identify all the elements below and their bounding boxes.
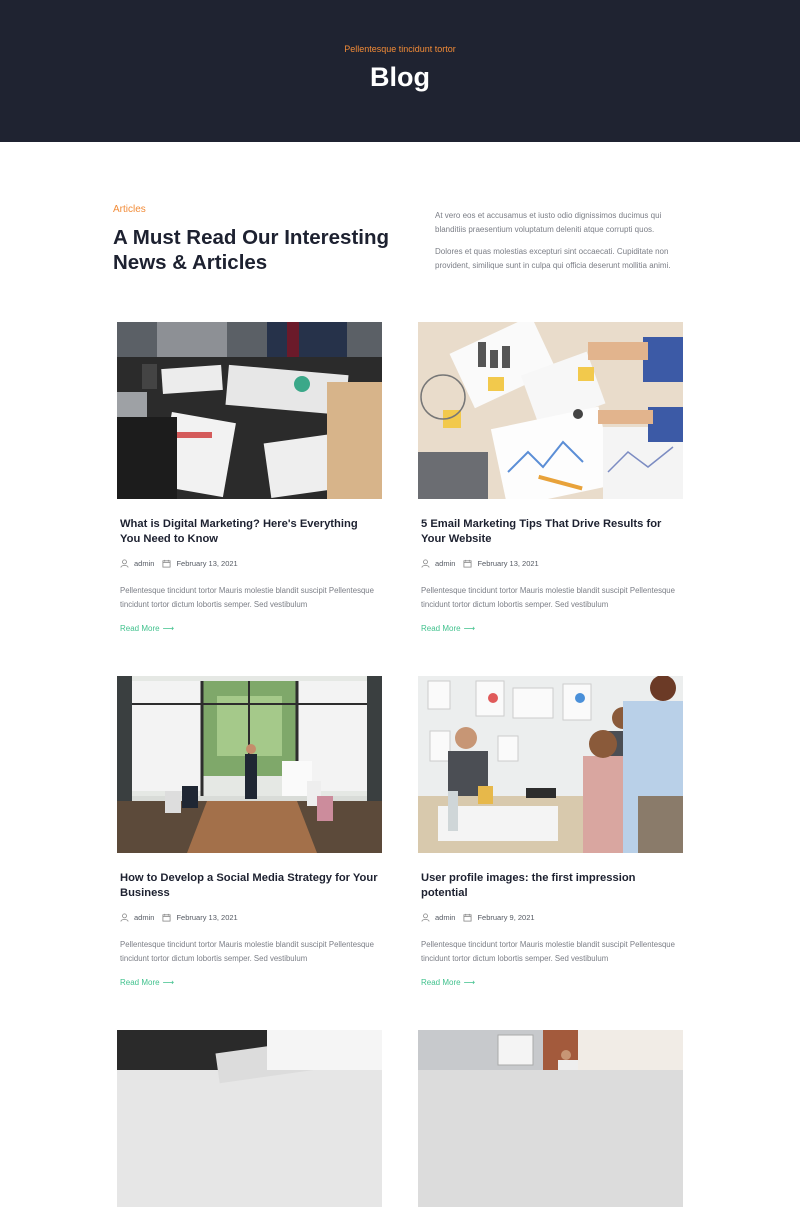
post-author[interactable]: admin (134, 913, 154, 922)
user-icon (421, 912, 430, 922)
section-eyebrow: Articles (113, 204, 146, 215)
calendar-icon (463, 913, 472, 922)
arrow-right-icon: ⟶ (463, 978, 476, 987)
post-excerpt: Pellentesque tincidunt tortor Mauris mol… (120, 940, 374, 963)
post-author[interactable]: admin (435, 559, 455, 568)
blog-card (418, 1030, 683, 1207)
post-date: February 9, 2021 (477, 912, 535, 922)
page-hero: Pellentesque tincidunt tortor Blog (0, 0, 800, 142)
page-title: Blog (370, 62, 430, 92)
hero-eyebrow: Pellentesque tincidunt tortor (344, 44, 456, 54)
post-thumbnail[interactable] (418, 676, 683, 853)
post-excerpt: Pellentesque tincidunt tortor Mauris mol… (120, 586, 374, 609)
post-excerpt: Pellentesque tincidunt tortor Mauris mol… (421, 940, 675, 963)
post-thumbnail[interactable] (117, 1030, 382, 1207)
arrow-right-icon: ⟶ (162, 978, 175, 987)
post-thumbnail[interactable] (418, 1030, 683, 1207)
post-author[interactable]: admin (435, 913, 455, 922)
read-more-label: Read More (120, 624, 160, 633)
calendar-icon (162, 913, 171, 922)
arrow-right-icon: ⟶ (463, 624, 476, 633)
read-more-label: Read More (421, 978, 461, 987)
read-more-link[interactable]: Read More ⟶ (421, 624, 475, 633)
post-thumbnail[interactable] (117, 676, 382, 853)
post-title[interactable]: 5 Email Marketing Tips That Drive Result… (421, 517, 681, 547)
post-title[interactable]: How to Develop a Social Media Strategy f… (120, 871, 380, 901)
post-meta: admin February 9, 2021 (421, 911, 543, 923)
post-thumbnail[interactable] (418, 322, 683, 499)
section-title: A Must Read Our Interesting News & Artic… (113, 226, 390, 274)
post-meta: admin February 13, 2021 (421, 557, 547, 569)
intro-paragraph: At vero eos et accusamus et iusto odio d… (435, 211, 662, 234)
blog-card (117, 1030, 382, 1207)
post-meta: admin February 13, 2021 (120, 557, 246, 569)
post-meta: admin February 13, 2021 (120, 911, 246, 923)
calendar-icon (463, 559, 472, 568)
post-title[interactable]: User profile images: the first impressio… (421, 871, 681, 901)
arrow-right-icon: ⟶ (162, 624, 175, 633)
blog-card: What is Digital Marketing? Here's Everyt… (117, 322, 382, 633)
post-excerpt: Pellentesque tincidunt tortor Mauris mol… (421, 586, 675, 609)
read-more-link[interactable]: Read More ⟶ (120, 978, 174, 987)
post-title[interactable]: What is Digital Marketing? Here's Everyt… (120, 517, 380, 547)
post-date: February 13, 2021 (176, 912, 238, 922)
blog-card: How to Develop a Social Media Strategy f… (117, 676, 382, 987)
read-more-link[interactable]: Read More ⟶ (120, 624, 174, 633)
read-more-label: Read More (421, 624, 461, 633)
blog-card: 5 Email Marketing Tips That Drive Result… (418, 322, 683, 633)
read-more-label: Read More (120, 978, 160, 987)
user-icon (120, 558, 129, 568)
calendar-icon (162, 559, 171, 568)
post-thumbnail[interactable] (117, 322, 382, 499)
post-author[interactable]: admin (134, 559, 154, 568)
post-date: February 13, 2021 (477, 558, 539, 568)
blog-card: User profile images: the first impressio… (418, 676, 683, 987)
intro-paragraph: Dolores et quas molestias excepturi sint… (435, 247, 671, 270)
user-icon (421, 558, 430, 568)
user-icon (120, 912, 129, 922)
post-date: February 13, 2021 (176, 558, 238, 568)
read-more-link[interactable]: Read More ⟶ (421, 978, 475, 987)
